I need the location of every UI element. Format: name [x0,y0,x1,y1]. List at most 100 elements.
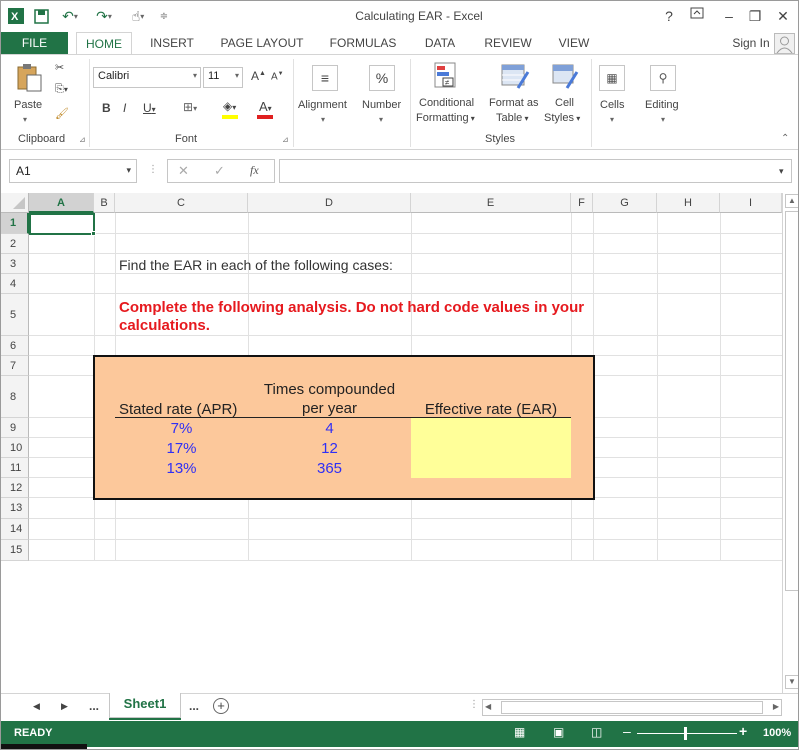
bold-button[interactable]: B [102,101,111,115]
table-label[interactable]: Table ▾ [496,112,529,124]
row-header[interactable]: 3 [1,254,29,274]
horizontal-scrollbar[interactable]: ◀ ▶ [482,699,782,716]
cell-c5[interactable]: Complete the following analysis. Do not … [119,299,584,335]
zoom-level[interactable]: 100% [763,727,791,739]
expand-formula-icon[interactable]: ▾ [779,166,784,177]
row-header[interactable]: 7 [1,356,29,376]
scroll-left-icon[interactable]: ◀ [485,702,491,711]
alignment-icon[interactable]: ≡ [312,65,338,91]
restore-button[interactable]: ❐ [743,7,767,25]
tab-data[interactable]: DATA [415,32,465,54]
paste-label[interactable]: Paste [14,99,42,111]
page-layout-view-icon[interactable]: ▣ [553,725,564,739]
tab-sheet1[interactable]: Sheet1 [109,693,181,718]
tab-view[interactable]: VIEW [549,32,599,54]
zoom-slider[interactable] [637,733,737,734]
row-header[interactable]: 8 [1,376,29,418]
font-color-icon[interactable]: A▾ [259,99,272,114]
zoom-in-button[interactable]: + [739,723,747,739]
editing-button[interactable]: Editing [645,99,679,111]
conditional-formatting-icon[interactable]: ≠ [431,61,461,91]
close-button[interactable]: ✕ [771,7,795,25]
vertical-scrollbar[interactable]: ▲ ▼ [782,193,798,693]
cell-c9[interactable]: 7% [115,419,248,439]
tab-insert[interactable]: INSERT [141,32,203,54]
format-as-table-icon[interactable] [499,61,531,91]
customize-qat-icon[interactable]: ≑ [156,6,172,26]
number-button[interactable]: Number [362,99,401,111]
column-header[interactable]: D [248,193,411,213]
ribbon-display-icon[interactable] [685,7,709,25]
row-header[interactable]: 4 [1,274,29,294]
row-header[interactable]: 14 [1,519,29,540]
cell-d9[interactable]: 4 [248,419,411,439]
fill-color-icon[interactable]: ◈▾ [223,99,236,113]
scroll-down-icon[interactable]: ▼ [785,675,798,689]
fill-handle[interactable] [91,231,96,236]
binoculars-icon[interactable]: ⚲ [650,65,676,91]
worksheet-grid[interactable]: A B C D E F G H I 1 2 3 4 5 6 7 8 9 10 1… [1,193,782,693]
alignment-button[interactable]: Alignment [298,99,347,111]
sign-in-link[interactable]: Sign In [729,32,773,54]
cell-d10[interactable]: 12 [248,439,411,459]
select-all-corner[interactable] [1,193,29,213]
column-header[interactable]: G [593,193,657,213]
header-times[interactable]: Times compounded per year [248,380,411,418]
row-header[interactable]: 10 [1,438,29,458]
column-header[interactable]: H [657,193,720,213]
cells-button[interactable]: Cells [600,99,624,111]
prev-sheet-icon[interactable]: ◀ [33,701,40,712]
styles-dropdown-label[interactable]: Styles ▾ [544,112,580,124]
row-header[interactable]: 1 [1,213,29,234]
percent-icon[interactable]: % [369,65,395,91]
cell-styles-icon[interactable] [550,61,580,91]
format-as-label[interactable]: Format as [489,97,539,109]
column-header[interactable]: B [94,193,115,213]
collapse-ribbon-icon[interactable]: ⌃ [781,133,789,144]
column-header[interactable]: C [115,193,248,213]
normal-view-icon[interactable]: ▦ [514,725,525,739]
tab-formulas[interactable]: FORMULAS [321,32,405,54]
ear-answer-cells[interactable] [411,418,571,478]
redo-icon[interactable]: ↷ ▾ [89,6,119,26]
font-name-select[interactable]: Calibri ▾ [93,67,201,88]
tab-page-layout[interactable]: PAGE LAYOUT [213,32,311,54]
next-sheet-icon[interactable]: ▶ [61,701,68,712]
column-header[interactable]: I [720,193,782,213]
touch-mode-icon[interactable]: ☝ ▾ [123,6,153,26]
sheet-ellipsis-left[interactable]: ... [89,699,99,713]
name-box[interactable]: A1 ▾ [9,159,137,183]
row-header[interactable]: 5 [1,294,29,336]
font-size-select[interactable]: 11 ▾ [203,67,243,88]
format-painter-icon[interactable]: 🖌 [55,107,69,120]
borders-icon[interactable]: ⊞▾ [183,100,197,114]
cell-label[interactable]: Cell [555,97,574,109]
zoom-slider-thumb[interactable] [684,727,687,740]
header-ear[interactable]: Effective rate (EAR) [411,401,571,418]
tab-file[interactable]: FILE [1,32,68,54]
horizontal-scroll-thumb[interactable] [501,701,763,714]
cell-c11[interactable]: 13% [115,459,248,479]
cell-c10[interactable]: 17% [115,439,248,459]
tab-review[interactable]: REVIEW [475,32,541,54]
tab-split-handle[interactable]: ⋮ [469,699,479,717]
row-header[interactable]: 6 [1,336,29,356]
page-break-view-icon[interactable]: ◫ [591,725,602,739]
paste-icon[interactable] [11,61,47,95]
paste-dropdown-icon[interactable]: ▾ [23,115,27,124]
cells-icon[interactable]: ▦ [599,65,625,91]
row-header[interactable]: 13 [1,498,29,519]
underline-button[interactable]: U▾ [143,101,156,115]
help-button[interactable]: ? [657,7,681,25]
cell-c3[interactable]: Find the EAR in each of the following ca… [119,257,393,273]
conditional-label[interactable]: Conditional [419,97,474,109]
save-icon[interactable] [31,6,51,26]
column-header[interactable]: F [571,193,593,213]
row-header[interactable]: 11 [1,458,29,478]
cancel-icon[interactable]: ✕ [178,163,189,179]
scroll-right-icon[interactable]: ▶ [773,702,779,711]
column-header[interactable]: A [29,193,94,213]
grow-font-button[interactable]: A▲ [251,69,266,83]
font-launcher-icon[interactable]: ⊿ [282,135,289,144]
tab-home[interactable]: HOME [76,32,132,55]
